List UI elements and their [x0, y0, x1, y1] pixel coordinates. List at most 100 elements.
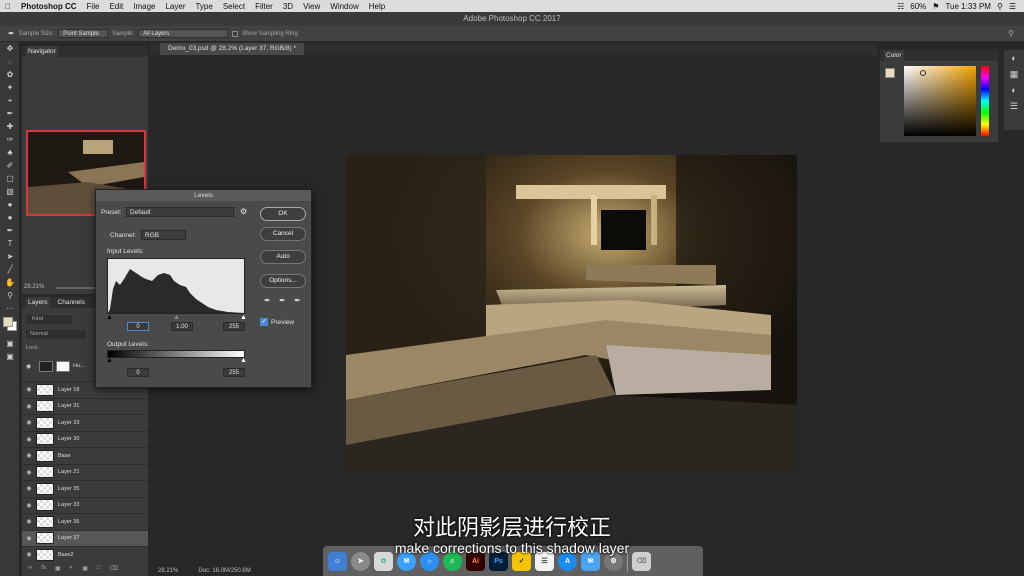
output-white-field[interactable]: 255 [223, 368, 245, 377]
swatches-panel-icon[interactable]: ▦ [1004, 66, 1024, 82]
black-point-eyedropper-icon[interactable]: ✒ [264, 296, 271, 305]
input-white-field[interactable]: 255 [223, 322, 245, 331]
sample-size-select[interactable]: Point Sample [58, 29, 109, 38]
layer-row[interactable]: ◉ Layer 33 [22, 414, 148, 431]
menubar-clock[interactable]: Tue 1:33 PM [945, 2, 991, 11]
menu-select[interactable]: Select [218, 2, 250, 11]
screen-mode-icon[interactable]: ▣ [0, 350, 20, 363]
more-tools-icon[interactable]: ··· [0, 302, 20, 315]
auto-button[interactable]: Auto [260, 250, 306, 264]
ok-button[interactable]: OK [260, 207, 306, 221]
hue-slider[interactable] [981, 66, 989, 136]
levels-title[interactable]: Levels [96, 190, 311, 201]
menu-3d[interactable]: 3D [278, 2, 298, 11]
color-picker-field[interactable] [904, 66, 976, 136]
marquee-tool-icon[interactable]: ◌ [0, 55, 20, 68]
search-icon[interactable]: ⚲ [1008, 29, 1024, 38]
eyedropper-icon[interactable]: ✒ [0, 107, 20, 120]
show-ring-checkbox[interactable] [232, 30, 239, 37]
gradient-tool-icon[interactable]: ▧ [0, 185, 20, 198]
path-select-icon[interactable]: ➤ [0, 250, 20, 263]
eye-icon[interactable]: ◉ [22, 452, 36, 459]
eraser-tool-icon[interactable]: ▢ [0, 172, 20, 185]
menu-image[interactable]: Image [128, 2, 160, 11]
input-black-slider[interactable]: ▲ [106, 314, 113, 321]
options-button[interactable]: Options... [260, 274, 306, 288]
notification-icon[interactable]: ☰ [1009, 2, 1016, 11]
layer-row[interactable]: ◉ Layer 35 [22, 480, 148, 497]
preset-select[interactable]: Default [126, 207, 234, 217]
eyedropper-tool-icon[interactable]: ✒ [8, 29, 15, 38]
menu-file[interactable]: File [82, 2, 105, 11]
color-panel-icon[interactable]: ◐ [1004, 50, 1024, 66]
eye-icon[interactable]: ◉ [26, 363, 36, 370]
blur-tool-icon[interactable]: ● [0, 198, 20, 211]
status-zoom[interactable]: 28.21% [158, 568, 178, 574]
mask-icon[interactable]: ▣ [55, 565, 61, 576]
adjustment-icon[interactable]: ◐ [70, 565, 74, 576]
preset-gear-icon[interactable]: ⚙ [240, 207, 247, 216]
gray-point-eyedropper-icon[interactable]: ✒ [279, 296, 286, 305]
layer-row[interactable]: ◉ Layer 21 [22, 463, 148, 481]
apple-menu-icon[interactable]:  [0, 2, 16, 11]
input-black-field[interactable]: 0 [127, 322, 149, 331]
type-tool-icon[interactable]: T [0, 237, 20, 250]
input-white-slider[interactable]: ▲ [240, 314, 247, 321]
adjustments-panel-icon[interactable]: ◐ [1004, 82, 1024, 98]
history-brush-icon[interactable]: ✐ [0, 159, 20, 172]
white-point-eyedropper-icon[interactable]: ✒ [294, 296, 301, 305]
fx-icon[interactable]: fx [41, 565, 46, 576]
line-tool-icon[interactable]: ╱ [0, 263, 20, 276]
zoom-tool-icon[interactable]: ⚲ [0, 289, 20, 302]
eye-icon[interactable]: ◉ [22, 485, 36, 492]
input-gamma-field[interactable]: 1.00 [171, 322, 193, 331]
sample-select[interactable]: All Layers [138, 29, 229, 38]
output-black-slider[interactable]: ▲ [106, 357, 113, 364]
trash-icon[interactable]: ⌫ [110, 565, 118, 576]
color-tab[interactable]: Color [884, 50, 904, 61]
document-canvas[interactable] [346, 155, 797, 471]
lasso-tool-icon[interactable]: ✿ [0, 68, 20, 81]
wifi-icon[interactable]: ☵ [897, 2, 904, 11]
folder-icon[interactable]: ▣ [82, 565, 88, 576]
eye-icon[interactable]: ◉ [22, 419, 36, 426]
blend-mode-select[interactable]: Normal [26, 330, 86, 339]
pen-tool-icon[interactable]: ✒ [0, 224, 20, 237]
color-foreground-swatch[interactable] [885, 68, 895, 78]
menu-window[interactable]: Window [325, 2, 363, 11]
link-icon[interactable]: ∞ [28, 565, 32, 576]
brush-tool-icon[interactable]: ✑ [0, 133, 20, 146]
menu-app-photoshop[interactable]: Photoshop CC [16, 2, 82, 11]
channels-tab[interactable]: Channels [56, 297, 87, 308]
menu-filter[interactable]: Filter [250, 2, 278, 11]
new-layer-icon[interactable]: □ [97, 565, 101, 576]
battery-level[interactable]: 60% [910, 2, 926, 11]
eye-icon[interactable]: ◉ [22, 403, 36, 410]
output-black-field[interactable]: 0 [127, 368, 149, 377]
foreground-color-swatch[interactable] [3, 317, 13, 327]
input-gamma-slider[interactable]: ▲ [173, 314, 180, 321]
eye-icon[interactable]: ◉ [22, 502, 36, 509]
clone-stamp-icon[interactable]: ♣ [0, 146, 20, 159]
layer-row[interactable]: ◉ Layer 31 [22, 397, 148, 415]
cancel-button[interactable]: Cancel [260, 227, 306, 241]
menu-edit[interactable]: Edit [104, 2, 128, 11]
healing-brush-icon[interactable]: ✚ [0, 120, 20, 133]
properties-panel-icon[interactable]: ☰ [1004, 98, 1024, 114]
layer-kind-filter[interactable]: Kind [26, 315, 72, 324]
quick-select-tool-icon[interactable]: ✦ [0, 81, 20, 94]
menu-type[interactable]: Type [190, 2, 217, 11]
quick-mask-icon[interactable]: ▣ [0, 337, 20, 350]
menu-help[interactable]: Help [364, 2, 390, 11]
layers-tab[interactable]: Layers [26, 297, 50, 308]
document-tab[interactable]: Demo_03.psd @ 28.2% (Layer 37, RGB/8) * [160, 43, 304, 55]
eye-icon[interactable]: ◉ [22, 469, 36, 476]
menu-layer[interactable]: Layer [160, 2, 190, 11]
output-white-slider[interactable]: ▲ [240, 357, 247, 364]
move-tool-icon[interactable]: ✥ [0, 42, 20, 55]
dodge-tool-icon[interactable]: ● [0, 211, 20, 224]
menu-view[interactable]: View [298, 2, 325, 11]
layer-row[interactable]: ◉ Layer 30 [22, 430, 148, 448]
spotlight-icon[interactable]: ⚲ [997, 2, 1003, 11]
channel-select[interactable]: RGB [141, 230, 186, 240]
